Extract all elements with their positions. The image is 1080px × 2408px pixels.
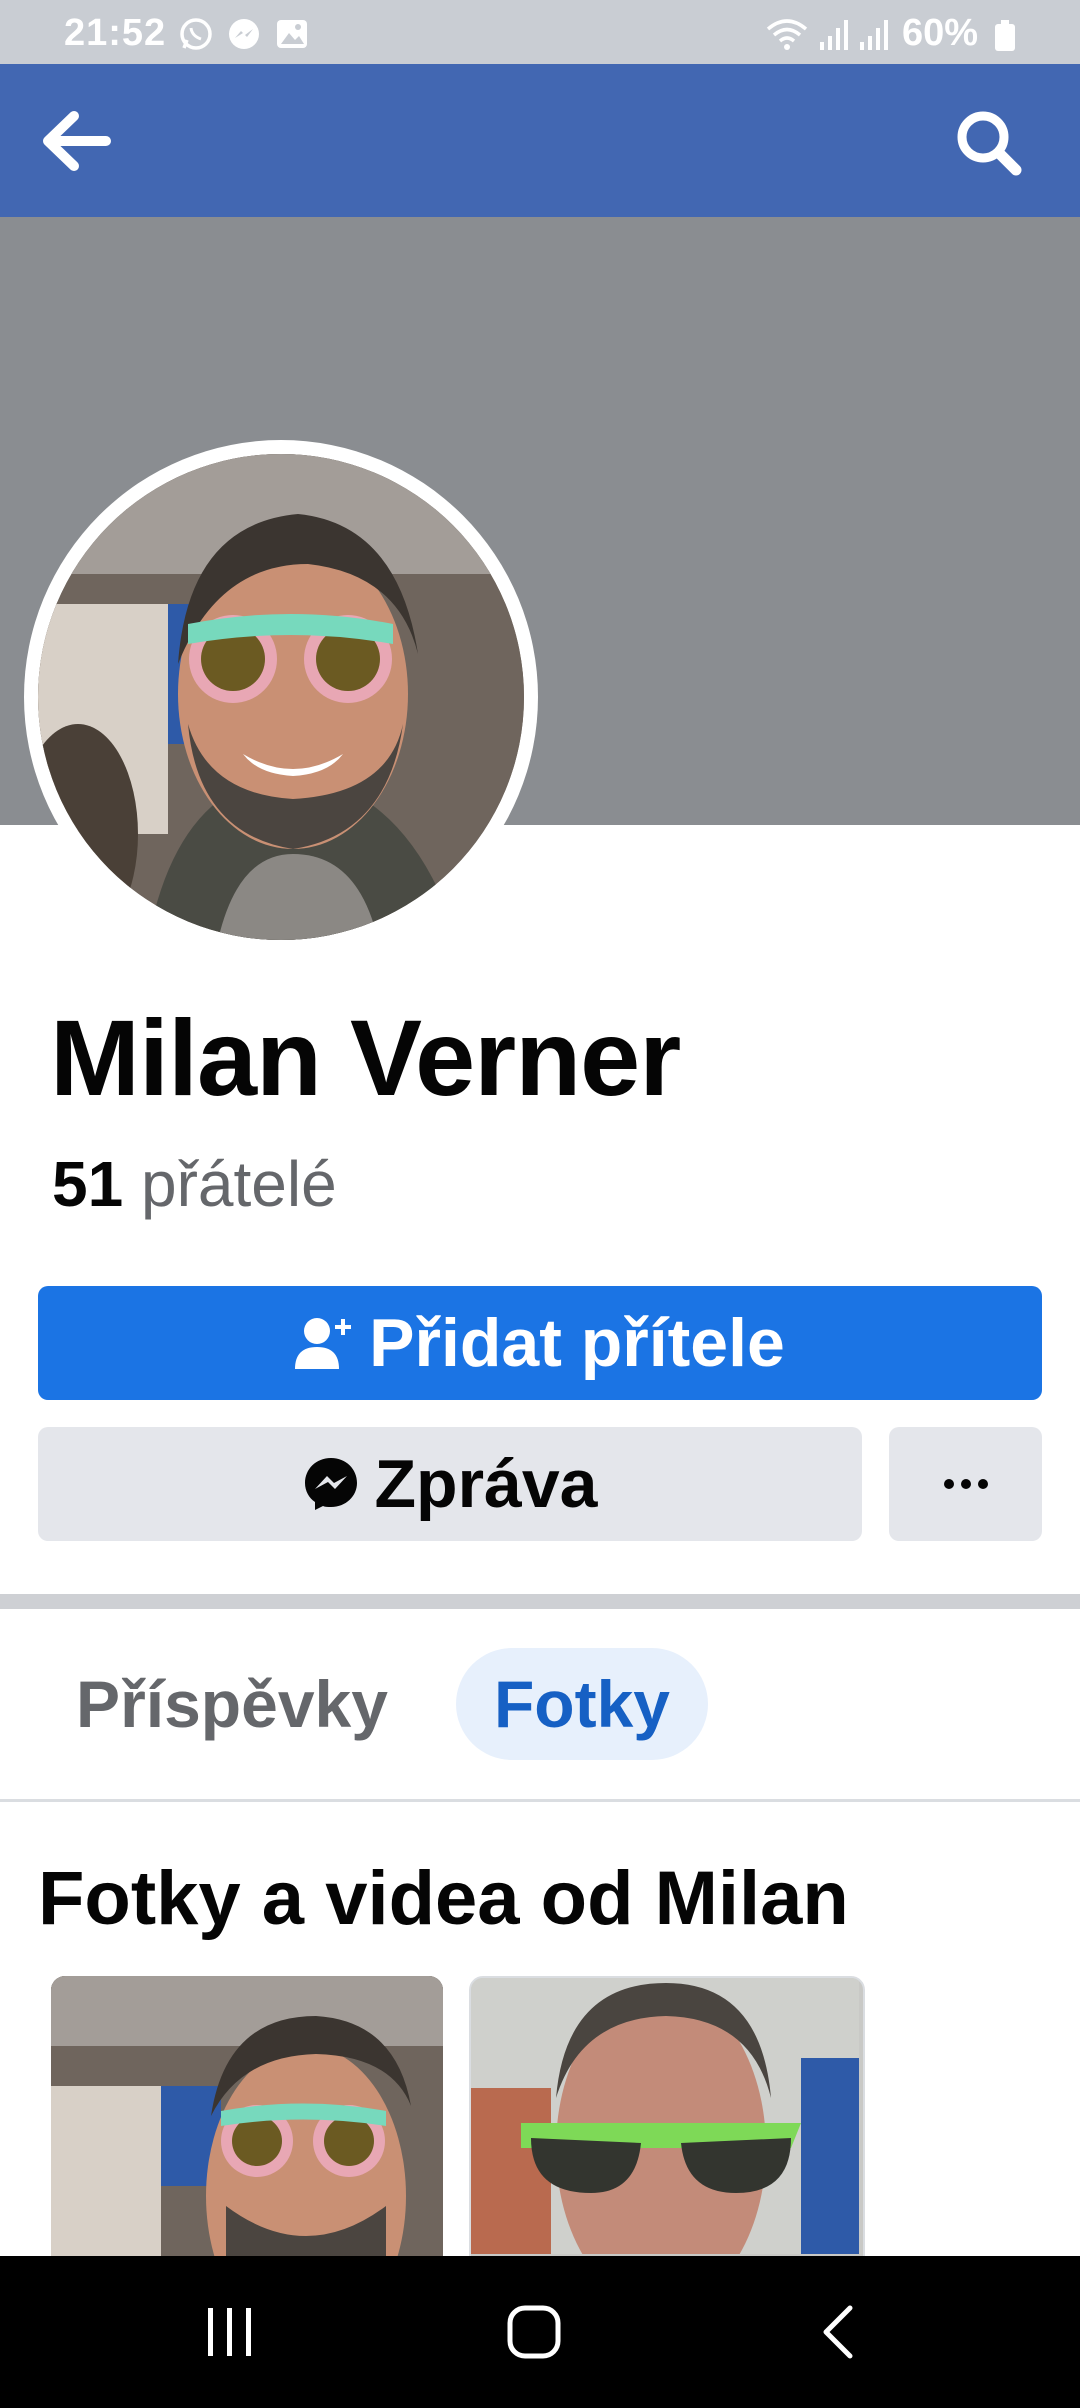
photo-image — [471, 1978, 859, 2258]
back-nav-icon[interactable] — [818, 2304, 858, 2360]
signal-icon — [820, 20, 848, 50]
friends-count[interactable]: 51 přátelé — [52, 1147, 337, 1221]
status-bar: 21:52 60% — [0, 0, 1080, 64]
whatsapp-icon — [180, 18, 212, 50]
section-divider — [0, 1594, 1080, 1609]
friends-number: 51 — [52, 1148, 124, 1220]
gallery-icon — [277, 20, 307, 48]
photo-image — [51, 1976, 443, 2256]
photos-section-title: Fotky a videa od Milan — [38, 1856, 849, 1941]
battery-percent: 60% — [902, 12, 979, 54]
add-friend-label: Přidat přítele — [369, 1305, 785, 1381]
search-icon[interactable] — [954, 108, 1024, 178]
battery-icon — [995, 20, 1015, 51]
friends-label: přátelé — [140, 1148, 337, 1220]
tab-photos[interactable]: Fotky — [456, 1648, 708, 1760]
message-button[interactable]: Zpráva — [38, 1427, 862, 1541]
messenger-icon — [229, 19, 259, 49]
avatar[interactable] — [38, 454, 524, 940]
add-friend-icon — [295, 1318, 352, 1369]
more-dots-icon — [943, 1479, 988, 1489]
signal-icon — [860, 20, 888, 50]
add-friend-button[interactable]: Přidat přítele — [38, 1286, 1042, 1400]
profile-name: Milan Verner — [50, 997, 681, 1118]
arrow-left-icon[interactable] — [40, 108, 112, 174]
recent-apps-icon[interactable] — [200, 2306, 260, 2358]
tabs-divider — [0, 1799, 1080, 1802]
photo-thumbnail[interactable] — [51, 1976, 443, 2256]
messenger-icon — [304, 1458, 357, 1510]
more-options-button[interactable] — [889, 1427, 1042, 1541]
home-icon[interactable] — [506, 2304, 562, 2360]
profile-photo — [38, 454, 524, 940]
system-nav-bar — [0, 2256, 1080, 2408]
photo-thumbnail[interactable] — [469, 1976, 865, 2260]
message-label: Zpráva — [374, 1446, 598, 1522]
wifi-icon — [766, 19, 808, 50]
tab-posts[interactable]: Příspěvky — [62, 1648, 402, 1760]
app-bar — [0, 64, 1080, 217]
status-time: 21:52 — [64, 12, 167, 54]
